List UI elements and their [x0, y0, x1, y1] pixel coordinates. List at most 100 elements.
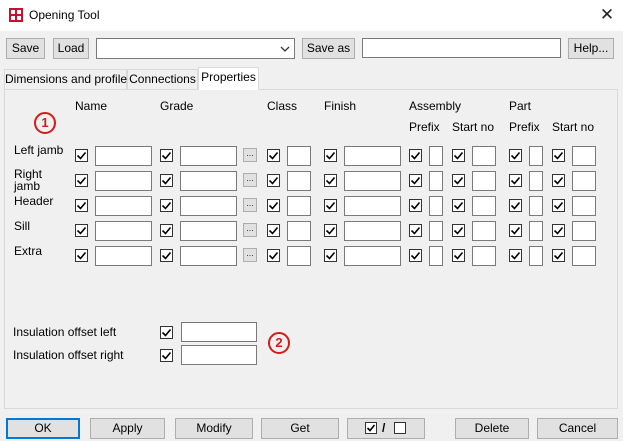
insulation-left-input[interactable] — [181, 322, 257, 342]
row-0-assembly-prefix-input[interactable] — [429, 146, 443, 166]
row-2-finish-input[interactable] — [344, 196, 401, 216]
row-2-part-prefix-input[interactable] — [529, 196, 543, 216]
row-0-assembly-start-no-check[interactable] — [452, 149, 465, 162]
row-1-name-check[interactable] — [75, 174, 88, 187]
load-button[interactable]: Load — [53, 38, 89, 59]
row-3-grade-check[interactable] — [160, 224, 173, 237]
row-4-name-input[interactable] — [95, 246, 152, 266]
row-1-grade-check[interactable] — [160, 174, 173, 187]
row-1-part-prefix-input[interactable] — [529, 171, 543, 191]
row-4-finish-check[interactable] — [324, 249, 337, 262]
row-3-part-start-no-input[interactable] — [572, 221, 596, 241]
row-0-class-input[interactable] — [287, 146, 311, 166]
row-2-assembly-prefix-check[interactable] — [409, 199, 422, 212]
row-2-grade-browse-button[interactable]: ... — [243, 198, 257, 212]
row-1-assembly-start-no-input[interactable] — [472, 171, 496, 191]
row-2-part-start-no-check[interactable] — [552, 199, 565, 212]
row-4-name-check[interactable] — [75, 249, 88, 262]
row-2-assembly-prefix-input[interactable] — [429, 196, 443, 216]
row-3-assembly-prefix-check[interactable] — [409, 224, 422, 237]
row-2-assembly-start-no-check[interactable] — [452, 199, 465, 212]
row-4-class-check[interactable] — [267, 249, 280, 262]
cancel-button[interactable]: Cancel — [537, 418, 618, 439]
row-0-assembly-prefix-check[interactable] — [409, 149, 422, 162]
row-0-finish-input[interactable] — [344, 146, 401, 166]
preset-combo[interactable] — [96, 38, 295, 59]
row-4-finish-input[interactable] — [344, 246, 401, 266]
row-4-assembly-start-no-input[interactable] — [472, 246, 496, 266]
row-3-class-check[interactable] — [267, 224, 280, 237]
row-1-part-start-no-check[interactable] — [552, 174, 565, 187]
row-3-assembly-prefix-input[interactable] — [429, 221, 443, 241]
insulation-right-check[interactable] — [160, 349, 173, 362]
row-2-part-prefix-check[interactable] — [509, 199, 522, 212]
row-2-grade-input[interactable] — [180, 196, 237, 216]
row-3-name-check[interactable] — [75, 224, 88, 237]
row-2-grade-check[interactable] — [160, 199, 173, 212]
row-4-class-input[interactable] — [287, 246, 311, 266]
row-1-class-input[interactable] — [287, 171, 311, 191]
row-3-assembly-start-no-input[interactable] — [472, 221, 496, 241]
row-4-grade-check[interactable] — [160, 249, 173, 262]
row-0-part-start-no-check[interactable] — [552, 149, 565, 162]
row-0-finish-check[interactable] — [324, 149, 337, 162]
row-2-class-check[interactable] — [267, 199, 280, 212]
row-3-name-input[interactable] — [95, 221, 152, 241]
insulation-right-input[interactable] — [181, 345, 257, 365]
row-1-part-start-no-input[interactable] — [572, 171, 596, 191]
save-as-input[interactable] — [362, 38, 561, 58]
get-button[interactable]: Get — [261, 418, 339, 439]
save-button[interactable]: Save — [6, 38, 45, 59]
tab-dimensions-and-profiles[interactable]: Dimensions and profiles — [4, 69, 133, 89]
row-4-part-prefix-check[interactable] — [509, 249, 522, 262]
row-2-part-start-no-input[interactable] — [572, 196, 596, 216]
row-4-assembly-prefix-input[interactable] — [429, 246, 443, 266]
row-1-part-prefix-check[interactable] — [509, 174, 522, 187]
ok-button[interactable]: OK — [6, 418, 80, 439]
row-3-grade-input[interactable] — [180, 221, 237, 241]
row-0-grade-check[interactable] — [160, 149, 173, 162]
row-0-part-prefix-input[interactable] — [529, 146, 543, 166]
row-1-assembly-prefix-input[interactable] — [429, 171, 443, 191]
row-3-part-prefix-check[interactable] — [509, 224, 522, 237]
apply-button[interactable]: Apply — [90, 418, 165, 439]
row-2-name-check[interactable] — [75, 199, 88, 212]
row-2-name-input[interactable] — [95, 196, 152, 216]
row-1-finish-input[interactable] — [344, 171, 401, 191]
row-0-assembly-start-no-input[interactable] — [472, 146, 496, 166]
delete-button[interactable]: Delete — [455, 418, 529, 439]
help-button[interactable]: Help... — [568, 38, 614, 59]
row-3-finish-input[interactable] — [344, 221, 401, 241]
row-1-grade-input[interactable] — [180, 171, 237, 191]
row-3-finish-check[interactable] — [324, 224, 337, 237]
row-0-name-input[interactable] — [95, 146, 152, 166]
row-1-finish-check[interactable] — [324, 174, 337, 187]
row-1-assembly-start-no-check[interactable] — [452, 174, 465, 187]
row-0-grade-input[interactable] — [180, 146, 237, 166]
modify-button[interactable]: Modify — [175, 418, 253, 439]
save-as-button[interactable]: Save as — [302, 38, 355, 59]
row-2-finish-check[interactable] — [324, 199, 337, 212]
row-2-class-input[interactable] — [287, 196, 311, 216]
row-1-grade-browse-button[interactable]: ... — [243, 173, 257, 187]
row-4-assembly-start-no-check[interactable] — [452, 249, 465, 262]
row-1-name-input[interactable] — [95, 171, 152, 191]
row-1-class-check[interactable] — [267, 174, 280, 187]
close-icon[interactable]: ✕ — [596, 4, 618, 26]
toggle-all-button[interactable]: / — [347, 418, 425, 439]
tab-properties[interactable]: Properties — [198, 67, 259, 90]
row-3-assembly-start-no-check[interactable] — [452, 224, 465, 237]
row-3-class-input[interactable] — [287, 221, 311, 241]
row-0-name-check[interactable] — [75, 149, 88, 162]
row-3-grade-browse-button[interactable]: ... — [243, 223, 257, 237]
row-4-part-prefix-input[interactable] — [529, 246, 543, 266]
row-3-part-prefix-input[interactable] — [529, 221, 543, 241]
row-4-grade-input[interactable] — [180, 246, 237, 266]
row-0-part-prefix-check[interactable] — [509, 149, 522, 162]
row-0-grade-browse-button[interactable]: ... — [243, 148, 257, 162]
row-0-part-start-no-input[interactable] — [572, 146, 596, 166]
row-0-class-check[interactable] — [267, 149, 280, 162]
row-4-part-start-no-check[interactable] — [552, 249, 565, 262]
row-1-assembly-prefix-check[interactable] — [409, 174, 422, 187]
tab-connections[interactable]: Connections — [127, 69, 198, 89]
